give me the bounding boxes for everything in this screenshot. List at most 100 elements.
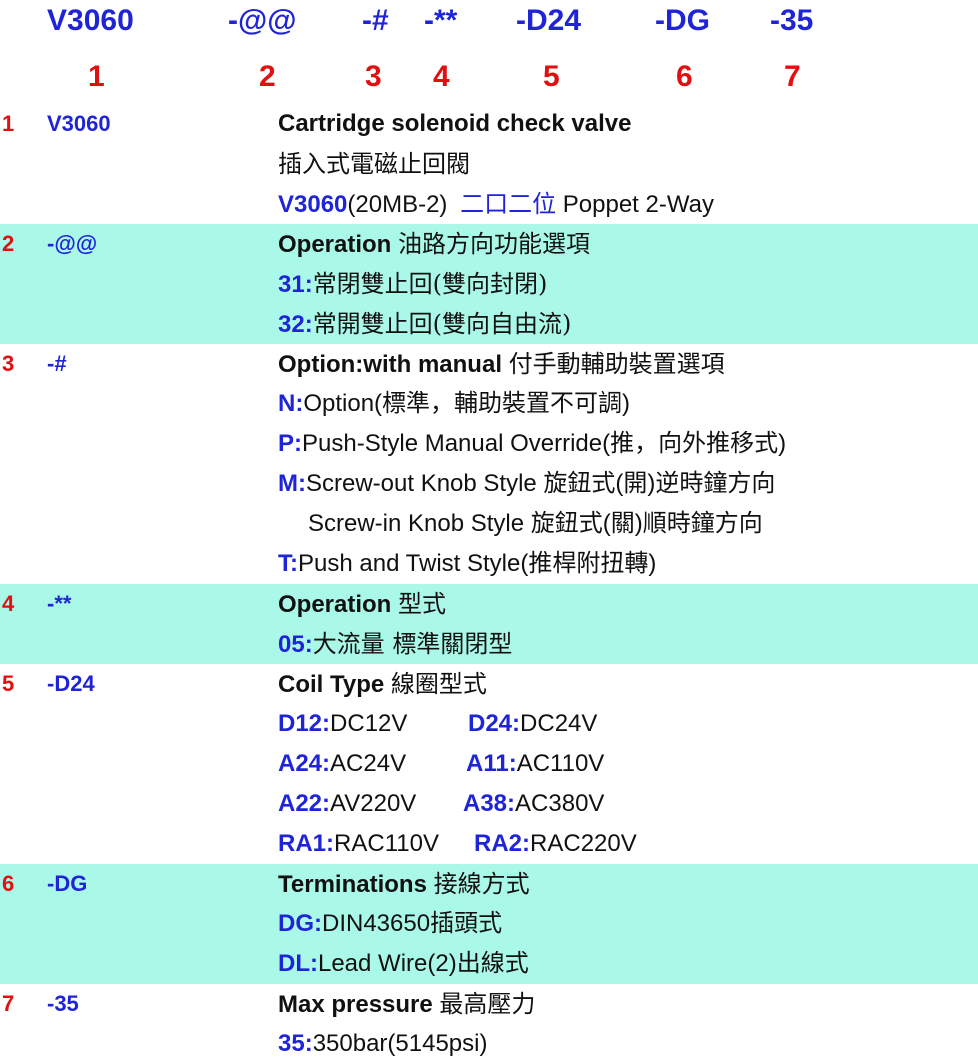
row-number: 3: [2, 351, 15, 376]
row-title: Operation 型式: [278, 584, 446, 624]
model-type: Poppet 2-Way: [562, 191, 714, 218]
header-index-4: 4: [433, 60, 450, 93]
option-text: Lead Wire(2)出線式: [317, 950, 529, 977]
row-title-cjk: 油路方向功能選項: [398, 230, 591, 258]
option-key: 31:: [278, 271, 313, 298]
coil-option-pair: A24:AC24V: [278, 744, 406, 784]
option-item: DG:DIN43650插頭式: [278, 904, 502, 944]
coil-option-pair: RA1:RAC110V: [278, 824, 439, 864]
option-text: Screw-in Knob Style 旋鈕式(關)順時鐘方向: [308, 510, 763, 537]
option-text: Push-Style Manual Override(推，向外推移式): [302, 430, 787, 457]
row-title-cjk: 接線方式: [433, 870, 530, 898]
row-title: Terminations 接線方式: [278, 864, 530, 904]
header-code-3: -#: [362, 4, 389, 37]
row-number: 5: [2, 671, 15, 696]
row-code: -#: [47, 351, 67, 376]
header-code-1: V3060: [47, 4, 134, 37]
option-item: Screw-in Knob Style 旋鈕式(關)順時鐘方向: [308, 504, 763, 544]
option-text: Option(標準，輔助裝置不可調): [303, 390, 631, 417]
row-title: Coil Type 線圈型式: [278, 664, 487, 704]
option-text: DC24V: [520, 710, 598, 737]
header-index-3: 3: [365, 60, 382, 93]
row-title: Option:with manual 付手動輔助裝置選項: [278, 344, 725, 384]
row-code: -**: [47, 591, 72, 616]
coil-option-pair: A38:AC380V: [463, 784, 604, 824]
option-key: A22:: [278, 790, 331, 817]
option-key: RA1:: [278, 830, 335, 857]
option-key: A24:: [278, 750, 331, 777]
option-item: T:Push and Twist Style(推桿附扭轉): [278, 544, 656, 584]
option-key: N:: [278, 390, 304, 417]
option-key: DG:: [278, 910, 322, 937]
row-title-cjk: 最高壓力: [439, 990, 536, 1018]
option-text: 常開雙止回(雙向自由流): [312, 310, 572, 338]
coil-option-pair: RA2:RAC220V: [474, 824, 637, 864]
header-code-7: -35: [770, 4, 814, 37]
option-key: M:: [278, 470, 306, 497]
row-number: 4: [2, 591, 15, 616]
row-subtitle: 插入式電磁止回閥: [278, 150, 470, 178]
option-item: 31:常閉雙止回(雙向封閉): [278, 264, 547, 304]
option-item: DL:Lead Wire(2)出線式: [278, 944, 529, 984]
option-key: RA2:: [474, 830, 531, 857]
header-index-1: 1: [88, 60, 105, 93]
model-key: V3060: [278, 191, 348, 218]
option-text: 常閉雙止回(雙向封閉): [312, 270, 548, 298]
option-text: AC380V: [515, 790, 605, 817]
option-key: DL:: [278, 950, 318, 977]
row-number: 6: [2, 871, 15, 896]
row-title-text: Terminations: [278, 871, 427, 898]
option-text: RAC110V: [334, 830, 439, 857]
option-text: Screw-out Knob Style 旋鈕式(開)逆時鐘方向: [305, 470, 776, 497]
header-index-5: 5: [543, 60, 560, 93]
option-key: P:: [278, 430, 302, 457]
model-size: (20MB-2): [347, 191, 448, 218]
row-title-text: Operation: [278, 231, 392, 258]
option-key: 05:: [278, 631, 313, 658]
header-index-6: 6: [676, 60, 693, 93]
option-text: DIN43650插頭式: [322, 910, 503, 937]
row-code: -35: [47, 991, 79, 1016]
option-text: Push and Twist Style(推桿附扭轉): [298, 550, 657, 577]
row-number: 2: [2, 231, 15, 256]
row-number: 1: [2, 111, 15, 136]
header-code-4: -**: [424, 4, 458, 37]
row-title-text: Option:with manual: [278, 351, 502, 378]
row-code: V3060: [47, 111, 111, 136]
option-item: N:Option(標準，輔助裝置不可調): [278, 384, 630, 424]
option-key: 35:: [278, 1030, 313, 1057]
header-code-2: -@@: [228, 4, 297, 37]
coil-option-pair: A22:AV220V: [278, 784, 416, 824]
option-item: P:Push-Style Manual Override(推，向外推移式): [278, 424, 786, 464]
row-title-text: Max pressure: [278, 991, 433, 1018]
option-text: 350bar(5145psi): [312, 1030, 488, 1057]
option-item: 35:350bar(5145psi): [278, 1024, 487, 1064]
option-text: 大流量 標準關閉型: [312, 630, 513, 658]
row-title-text: Operation: [278, 591, 392, 618]
row-title-cjk: 型式: [398, 590, 447, 618]
option-text: RAC220V: [530, 830, 637, 857]
option-key: A38:: [463, 790, 516, 817]
row-title: Max pressure 最高壓力: [278, 984, 535, 1024]
coil-option-pair: D24:DC24V: [468, 704, 597, 744]
header-index-2: 2: [259, 60, 276, 93]
row-title-cjk: 付手動輔助裝置選項: [508, 350, 725, 378]
row-number: 7: [2, 991, 15, 1016]
header-code-6: -DG: [655, 4, 710, 37]
option-item: 05:大流量 標準關閉型: [278, 624, 512, 664]
row-model-line: V3060(20MB-2) 二口二位 Poppet 2-Way: [278, 184, 714, 224]
header-code-5: -D24: [516, 4, 582, 37]
coil-option-pair: D12:DC12V: [278, 704, 407, 744]
row-code: -@@: [47, 231, 98, 256]
option-text: AC110V: [516, 750, 605, 777]
option-key: A11:: [466, 750, 517, 777]
row-code: -D24: [47, 671, 95, 696]
option-text: AV220V: [330, 790, 417, 817]
option-item: 32:常開雙止回(雙向自由流): [278, 304, 571, 344]
option-key: 32:: [278, 311, 313, 338]
option-key: T:: [278, 550, 298, 577]
coil-option-pair: A11:AC110V: [466, 744, 604, 784]
row-title-text: Coil Type: [278, 671, 385, 698]
row-title: Operation 油路方向功能選項: [278, 224, 590, 264]
model-ports: 二口二位: [460, 190, 557, 218]
